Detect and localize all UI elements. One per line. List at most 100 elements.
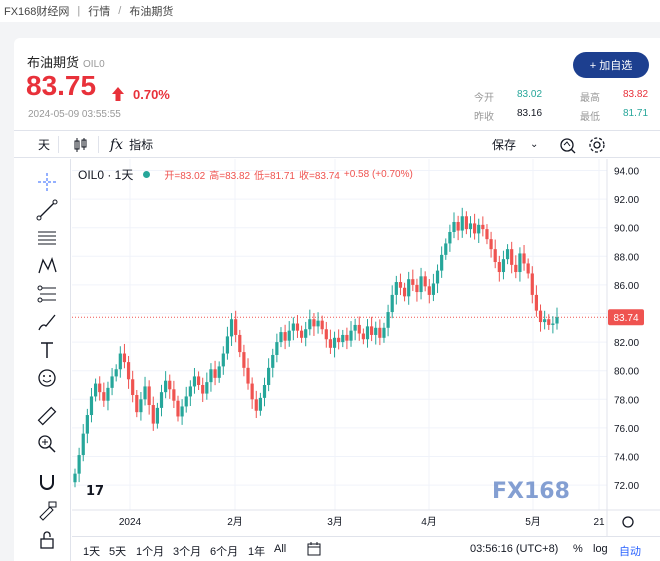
candle-body bbox=[267, 367, 271, 385]
candle-body bbox=[460, 216, 464, 231]
candle-body bbox=[283, 332, 287, 341]
candle-body bbox=[271, 354, 275, 368]
candle-body bbox=[217, 366, 221, 378]
candle-body bbox=[407, 279, 411, 297]
price-chart[interactable]: 94.0092.0090.0088.0086.0084.0082.0080.00… bbox=[0, 0, 660, 561]
candle-body bbox=[184, 396, 188, 407]
candle-body bbox=[477, 224, 481, 234]
candle-body bbox=[518, 253, 522, 273]
candle-body bbox=[118, 353, 122, 370]
candle-body bbox=[547, 319, 551, 325]
y-tick-label: 76.00 bbox=[614, 424, 639, 435]
candle-body bbox=[456, 221, 460, 231]
legend-change: +0.58 (+0.70%) bbox=[343, 169, 413, 180]
x-tick-label: 5月 bbox=[525, 516, 541, 528]
x-tick-label: 3月 bbox=[327, 516, 343, 528]
candle-body bbox=[188, 386, 192, 397]
candle-body bbox=[361, 333, 365, 340]
candle-body bbox=[126, 362, 131, 380]
candle-body bbox=[538, 310, 543, 323]
candle-body bbox=[501, 259, 506, 273]
candle-body bbox=[258, 397, 262, 411]
candle-body bbox=[320, 320, 324, 330]
candle-body bbox=[192, 376, 197, 387]
candle-body bbox=[291, 323, 295, 331]
candle-body bbox=[522, 253, 526, 264]
candle-body bbox=[139, 399, 143, 413]
candle-body bbox=[497, 262, 501, 273]
candle-body bbox=[543, 319, 547, 323]
last-price-label: 83.74 bbox=[613, 313, 638, 324]
range-3m-button[interactable]: 3个月 bbox=[173, 543, 201, 559]
candle-body bbox=[419, 276, 423, 293]
candle-body bbox=[287, 330, 291, 341]
candle-body bbox=[357, 324, 361, 334]
y-tick-label: 82.00 bbox=[614, 338, 639, 349]
y-tick-label: 72.00 bbox=[614, 481, 639, 492]
percent-scale-toggle[interactable]: % bbox=[573, 543, 583, 555]
candle-body bbox=[196, 376, 201, 385]
candle-body bbox=[308, 319, 312, 330]
candle-body bbox=[205, 382, 209, 394]
candle-body bbox=[295, 323, 300, 331]
chart-legend: OIL0 · 1天 开=83.02 高=83.82 低=81.71 收=83.7… bbox=[78, 166, 413, 183]
candle-body bbox=[493, 249, 497, 263]
candle-body bbox=[316, 320, 320, 327]
candle-body bbox=[229, 319, 234, 337]
y-tick-label: 80.00 bbox=[614, 367, 639, 378]
candle-body bbox=[382, 327, 386, 338]
candle-body bbox=[242, 352, 246, 368]
candle-body bbox=[172, 389, 176, 401]
candle-body bbox=[448, 231, 452, 244]
candle-body bbox=[122, 353, 127, 363]
candle-body bbox=[73, 473, 77, 483]
candle-body bbox=[221, 353, 225, 367]
bottom-bar: 1天 5天 1个月 3个月 6个月 1年 All 03:56:16 (UTC+8… bbox=[72, 536, 660, 561]
candle-body bbox=[102, 392, 106, 401]
candle-body bbox=[151, 405, 155, 424]
range-all-button[interactable]: All bbox=[274, 543, 286, 555]
candle-body bbox=[473, 223, 477, 234]
auto-scale-toggle[interactable]: 自动 bbox=[619, 543, 641, 559]
range-1d-button[interactable]: 1天 bbox=[83, 543, 100, 559]
candle-body bbox=[89, 396, 94, 416]
range-1m-button[interactable]: 1个月 bbox=[136, 543, 164, 559]
x-tick-label: 2月 bbox=[227, 516, 243, 528]
range-5d-button[interactable]: 5天 bbox=[109, 543, 126, 559]
y-tick-label: 78.00 bbox=[614, 395, 639, 406]
candle-body bbox=[168, 380, 172, 390]
x-tick-label: 4月 bbox=[421, 516, 437, 528]
fx168-watermark: FX168 bbox=[492, 479, 570, 504]
candle-body bbox=[378, 327, 382, 338]
candle-body bbox=[551, 323, 555, 325]
candle-body bbox=[225, 336, 230, 354]
candle-body bbox=[299, 330, 304, 338]
candle-body bbox=[147, 386, 151, 406]
range-1y-button[interactable]: 1年 bbox=[248, 543, 265, 559]
candle-body bbox=[468, 223, 473, 230]
candle-body bbox=[201, 385, 205, 394]
candle-body bbox=[431, 283, 436, 295]
candle-body bbox=[324, 329, 328, 340]
candle-body bbox=[213, 369, 217, 378]
candle-body bbox=[246, 367, 250, 384]
candle-body bbox=[526, 263, 530, 274]
candle-body bbox=[481, 224, 485, 230]
candle-body bbox=[514, 264, 518, 273]
x-tick-label: 21 bbox=[593, 517, 605, 528]
candle-body bbox=[489, 239, 493, 250]
candle-body bbox=[328, 339, 333, 348]
candle-body bbox=[110, 376, 114, 388]
candle-body bbox=[353, 324, 357, 331]
candle-body bbox=[337, 337, 341, 343]
candle-body bbox=[365, 326, 370, 340]
candle-body bbox=[374, 327, 378, 335]
candle-body bbox=[555, 317, 559, 324]
log-scale-toggle[interactable]: log bbox=[593, 543, 608, 555]
candle-body bbox=[349, 330, 353, 341]
candle-body bbox=[332, 337, 337, 348]
candle-body bbox=[106, 387, 110, 401]
range-6m-button[interactable]: 6个月 bbox=[210, 543, 238, 559]
y-tick-label: 90.00 bbox=[614, 224, 639, 235]
date-range-icon[interactable] bbox=[306, 541, 322, 560]
